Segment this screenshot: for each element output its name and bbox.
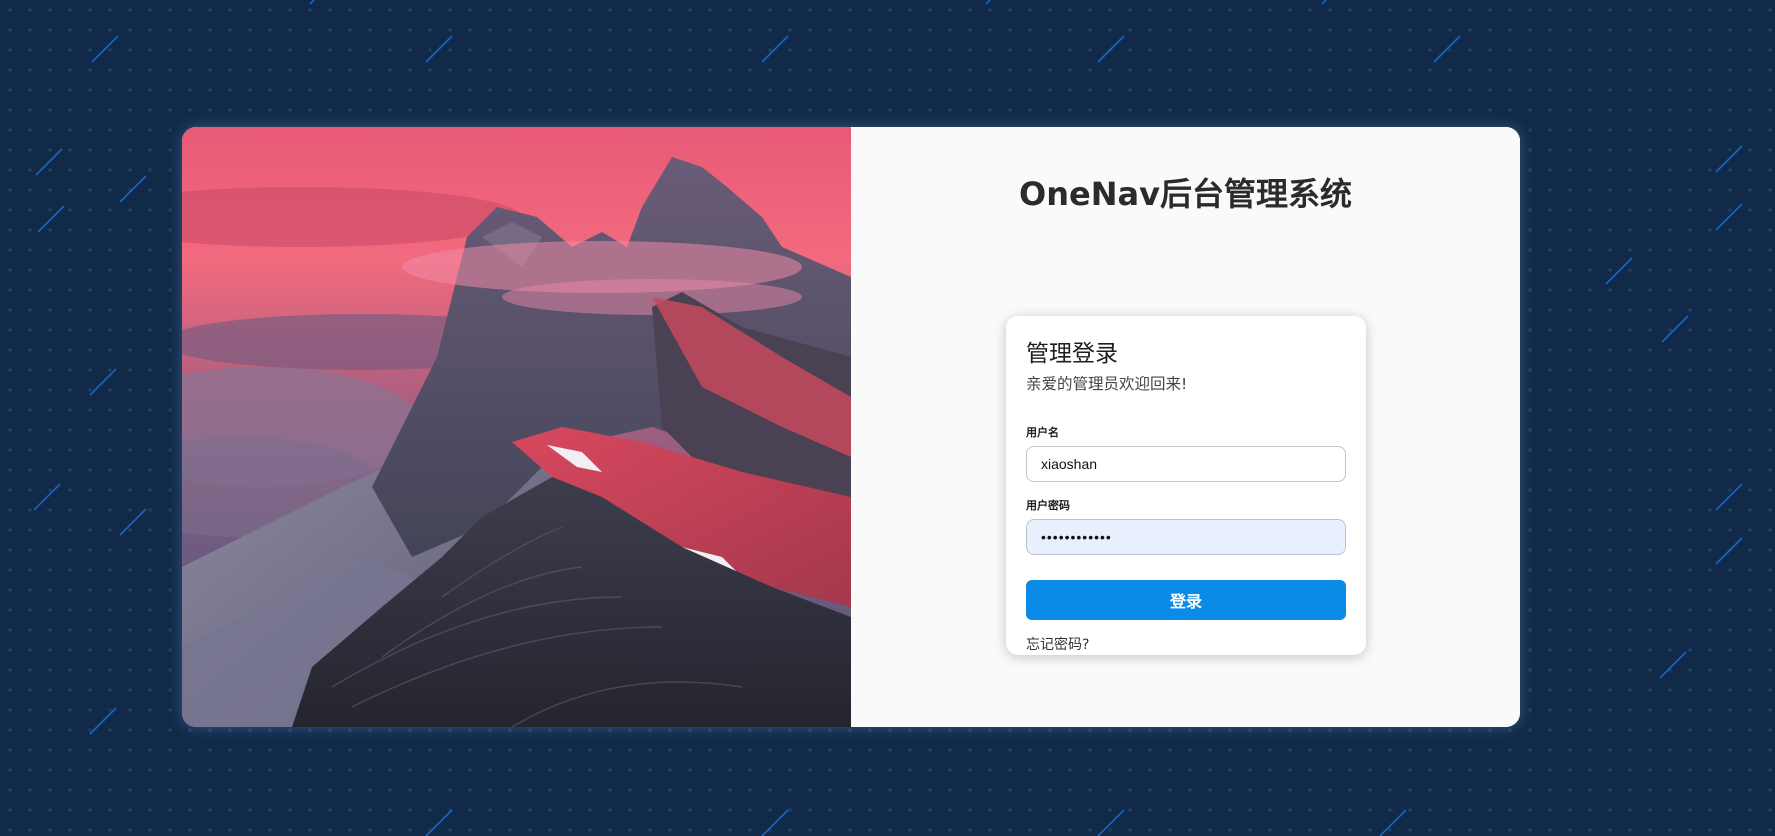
- page-title: OneNav后台管理系统: [1019, 175, 1352, 213]
- forgot-password-link[interactable]: 忘记密码?: [1026, 634, 1089, 654]
- form-heading: 管理登录: [1026, 341, 1118, 367]
- login-card: OneNav后台管理系统 管理登录 亲爱的管理员欢迎回来! 用户名 用户密码 登…: [182, 127, 1520, 727]
- username-input[interactable]: [1026, 446, 1346, 482]
- password-label: 用户密码: [1026, 499, 1070, 512]
- password-input[interactable]: [1026, 519, 1346, 555]
- username-label: 用户名: [1026, 426, 1059, 439]
- login-form: 管理登录 亲爱的管理员欢迎回来! 用户名 用户密码 登录 忘记密码?: [1006, 316, 1366, 655]
- login-panel: OneNav后台管理系统 管理登录 亲爱的管理员欢迎回来! 用户名 用户密码 登…: [851, 127, 1520, 727]
- login-button[interactable]: 登录: [1026, 580, 1346, 620]
- form-subtitle: 亲爱的管理员欢迎回来!: [1026, 375, 1188, 393]
- mountain-landscape-image: [182, 127, 851, 727]
